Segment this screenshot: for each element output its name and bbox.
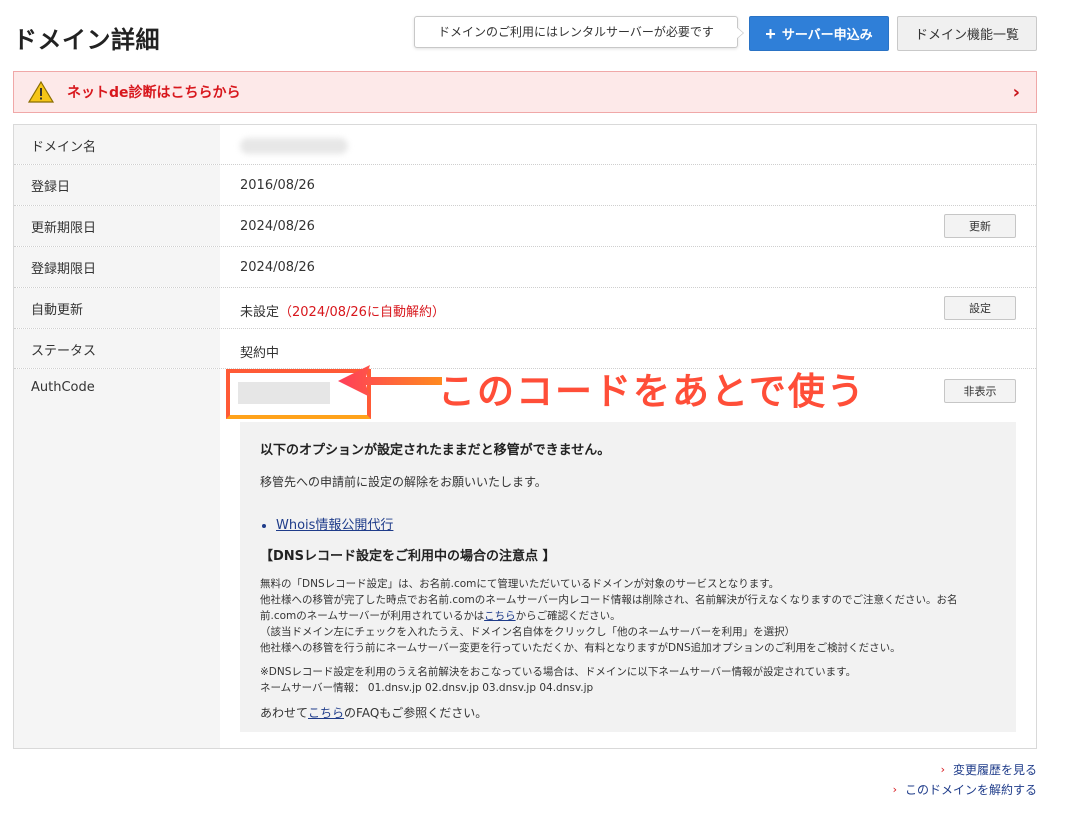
chevron-right-icon: › [1012, 82, 1020, 103]
callout-annotation: このコードをあとで使う [438, 370, 866, 413]
banner-text: ネットde診断はこちらから [67, 85, 241, 101]
faq-text-a: あわせて [260, 706, 309, 720]
notice-subtitle: 移管先への申請前に設定の解除をお願いいたします。 [260, 475, 547, 489]
list-item: Whois情報公開代行 [276, 514, 996, 533]
chevron-right-icon: › [892, 783, 897, 796]
expiry-date-value: 2024/08/26 [240, 260, 315, 275]
footer-links: › 変更履歴を見る › このドメインを解約する [893, 760, 1037, 800]
nameserver-notes: ※DNSレコード設定を利用のうえ名前解決をおこなっている場合は、ドメインに以下ネ… [260, 664, 996, 696]
domain-details-table: ドメイン名 登録日 2016/08/26 更新期限日 2024/08/26 更新… [13, 124, 1037, 749]
domain-name-value-blurred [240, 138, 348, 154]
net-de-diagnosis-banner[interactable]: ネットde診断はこちらから › [13, 71, 1037, 113]
expiry-date-label: 登録期限日 [14, 247, 220, 287]
server-apply-button[interactable]: + サーバー申込み [749, 16, 889, 51]
transfer-notice-box: 以下のオプションが設定されたままだと移管ができません。 移管先への申請前に設定の… [240, 422, 1016, 732]
auto-cancel-note: （2024/08/26に自動解約） [279, 305, 445, 320]
status-label: ステータス [14, 329, 220, 368]
faq-note: あわせてこちらのFAQもご参照ください。 [260, 704, 996, 721]
note-line-1: 無料の「DNSレコード設定」は、お名前.comにて管理いただいているドメインが対… [260, 578, 780, 590]
row-expiry-date: 登録期限日 2024/08/26 [14, 247, 1036, 288]
renewal-deadline-label: 更新期限日 [14, 206, 220, 246]
authcode-label-column [14, 369, 220, 748]
renew-button[interactable]: 更新 [944, 214, 1016, 238]
notice-title: 以下のオプションが設定されたままだと移管ができません。 [260, 443, 611, 458]
row-registered-date: 登録日 2016/08/26 [14, 165, 1036, 206]
dns-record-notes: 無料の「DNSレコード設定」は、お名前.comにて管理いただいているドメインが対… [260, 576, 996, 656]
auto-renew-setting-button[interactable]: 設定 [944, 296, 1016, 320]
page-title: ドメイン詳細 [13, 26, 160, 54]
plus-icon: + [765, 23, 776, 44]
auto-renew-value: 未設定（2024/08/26に自動解約） [240, 301, 445, 320]
authcode-label: AuthCode [31, 380, 95, 395]
note-line-7: ネームサーバー情報： 01.dnsv.jp 02.dnsv.jp 03.dnsv… [260, 682, 594, 694]
note-line-3b: からご確認ください。 [515, 610, 621, 622]
row-auto-renew: 自動更新 未設定（2024/08/26に自動解約） 設定 [14, 288, 1036, 329]
status-value: 契約中 [240, 346, 280, 361]
warning-icon [28, 81, 54, 103]
cancel-domain-link-row[interactable]: › このドメインを解約する [893, 780, 1037, 800]
note-line-4: （該当ドメイン左にチェックを入れたうえ、ドメイン名自体をクリックし「他のネームサ… [260, 626, 796, 638]
note-line-3a: 前.comのネームサーバーが利用されているかは [260, 610, 485, 622]
registered-date-label: 登録日 [14, 165, 220, 205]
note-line-3: 前.comのネームサーバーが利用されているかはこちらからご確認ください。 [260, 608, 996, 624]
auto-renew-status: 未設定 [240, 305, 280, 320]
change-history-link[interactable]: 変更履歴を見る [953, 760, 1037, 780]
note-line-2: 他社様への移管が完了した時点でお名前.comのネームサーバー内レコード情報は削除… [260, 594, 958, 606]
server-required-tooltip: ドメインのご利用にはレンタルサーバーが必要です [414, 16, 744, 48]
note-line-6: ※DNSレコード設定を利用のうえ名前解決をおこなっている場合は、ドメインに以下ネ… [260, 666, 857, 678]
server-apply-label: サーバー申込み [781, 27, 873, 42]
authcode-hide-button[interactable]: 非表示 [944, 379, 1016, 403]
arrow-left-icon [338, 365, 442, 397]
faq-text-b: のFAQもご参照ください。 [344, 706, 488, 720]
row-domain-name: ドメイン名 [14, 125, 1036, 165]
change-history-link-row[interactable]: › 変更履歴を見る [893, 760, 1037, 780]
nameserver-check-link[interactable]: こちら [484, 610, 516, 622]
domain-name-label: ドメイン名 [14, 125, 220, 164]
registered-date-value: 2016/08/26 [240, 178, 315, 193]
option-list: Whois情報公開代行 [276, 514, 996, 533]
chevron-right-icon: › [940, 763, 945, 776]
auto-renew-label: 自動更新 [14, 288, 220, 328]
domain-functions-button[interactable]: ドメイン機能一覧 [897, 16, 1037, 51]
note-line-5: 他社様への移管を行う前にネームサーバー変更を行っていただくか、有料となりますがD… [260, 642, 901, 654]
faq-link[interactable]: こちら [308, 706, 344, 720]
cancel-domain-link[interactable]: このドメインを解約する [905, 780, 1037, 800]
renewal-deadline-value: 2024/08/26 [240, 219, 315, 234]
row-renewal-deadline: 更新期限日 2024/08/26 更新 [14, 206, 1036, 247]
dns-record-heading: 【DNSレコード設定をご利用中の場合の注意点 】 [260, 549, 556, 564]
whois-proxy-link[interactable]: Whois情報公開代行 [276, 518, 393, 533]
